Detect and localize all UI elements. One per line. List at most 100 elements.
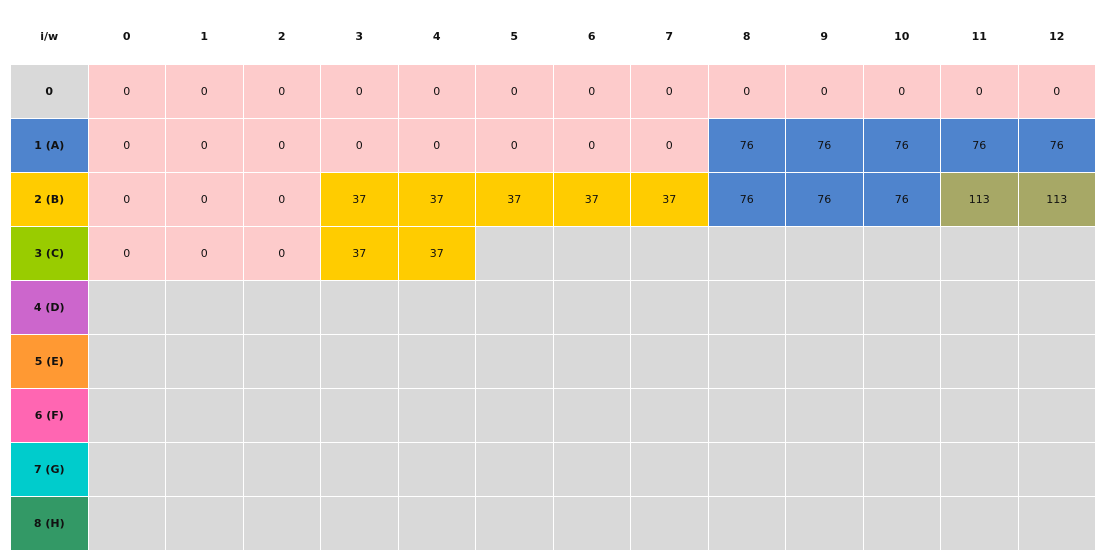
row-header: 1 (A) <box>10 117 89 173</box>
row-header: 3 (C) <box>10 225 89 281</box>
table-cell: 76 <box>862 171 941 227</box>
table-cell <box>940 333 1019 389</box>
table-cell <box>707 279 786 335</box>
table-cell: 113 <box>940 171 1019 227</box>
table-cell <box>785 279 864 335</box>
table-cell <box>707 441 786 497</box>
table-cell <box>552 225 631 281</box>
column-header: 8 <box>708 10 786 64</box>
table-cell <box>552 387 631 443</box>
table-cell <box>940 225 1019 281</box>
table-cell: 0 <box>475 117 554 173</box>
table-cell <box>397 387 476 443</box>
table-cell <box>397 495 476 551</box>
table-cell <box>1017 387 1096 443</box>
row-header: 8 (H) <box>10 495 89 551</box>
table-cell <box>165 333 244 389</box>
row-header: 5 (E) <box>10 333 89 389</box>
table-cell <box>630 495 709 551</box>
table-cell <box>785 441 864 497</box>
table-cell <box>475 333 554 389</box>
column-header: 3 <box>320 10 398 64</box>
table-cell <box>1017 333 1096 389</box>
table-cell <box>475 495 554 551</box>
table-cell: 37 <box>320 171 399 227</box>
table-cell: 37 <box>475 171 554 227</box>
table-cell: 0 <box>552 63 631 119</box>
table-cell <box>940 387 1019 443</box>
table-cell <box>552 495 631 551</box>
table-cell <box>785 225 864 281</box>
table-cell: 0 <box>87 225 166 281</box>
row-header: 2 (B) <box>10 171 89 227</box>
table-cell: 76 <box>785 117 864 173</box>
table-cell: 0 <box>87 63 166 119</box>
table-cell <box>165 387 244 443</box>
table-cell: 0 <box>165 117 244 173</box>
table-cell <box>242 495 321 551</box>
table-cell <box>707 495 786 551</box>
column-header: 10 <box>863 10 941 64</box>
table-cell <box>552 333 631 389</box>
table-cell: 0 <box>630 63 709 119</box>
table-cell <box>475 387 554 443</box>
column-header: 4 <box>398 10 476 64</box>
table-cell <box>785 387 864 443</box>
table-cell: 0 <box>87 117 166 173</box>
table-cell: 0 <box>320 117 399 173</box>
table-cell <box>785 333 864 389</box>
table-cell: 0 <box>785 63 864 119</box>
table-cell: 0 <box>475 63 554 119</box>
table-cell <box>862 225 941 281</box>
table-cell: 0 <box>320 63 399 119</box>
table-cell <box>630 225 709 281</box>
column-header: 11 <box>940 10 1018 64</box>
table-cell <box>320 495 399 551</box>
table-cell <box>320 333 399 389</box>
table-cell: 0 <box>165 63 244 119</box>
table-cell: 0 <box>397 117 476 173</box>
table-cell <box>242 333 321 389</box>
table-cell: 76 <box>785 171 864 227</box>
table-cell <box>630 387 709 443</box>
table-cell <box>87 333 166 389</box>
table-cell <box>940 495 1019 551</box>
table-cell: 76 <box>940 117 1019 173</box>
table-cell <box>87 387 166 443</box>
table-row: 8 (H) <box>10 495 1096 551</box>
table-row: 3 (C) 0 0 0 37 37 <box>10 225 1096 281</box>
table-cell <box>320 387 399 443</box>
table-cell <box>862 279 941 335</box>
table-cell: 0 <box>242 225 321 281</box>
table-cell <box>1017 441 1096 497</box>
table-cell <box>862 441 941 497</box>
table-cell: 0 <box>862 63 941 119</box>
column-header: 2 <box>243 10 321 64</box>
table-cell <box>630 333 709 389</box>
table-cell: 37 <box>397 171 476 227</box>
table-cell <box>707 225 786 281</box>
table-row: 2 (B) 0 0 0 37 37 37 37 37 76 76 76 113 113 <box>10 171 1096 227</box>
table-cell <box>165 441 244 497</box>
table-cell <box>785 495 864 551</box>
table-cell: 0 <box>242 63 321 119</box>
table-cell: 0 <box>242 171 321 227</box>
table-cell <box>552 441 631 497</box>
table-cell: 37 <box>397 225 476 281</box>
dp-table: i/w 0 1 2 3 4 5 6 7 8 9 10 11 12 000000000000001 (A)… <box>10 10 1096 551</box>
table-cell <box>320 279 399 335</box>
table-cell <box>475 441 554 497</box>
table-cell <box>940 279 1019 335</box>
table-cell: 0 <box>87 171 166 227</box>
table-cell: 37 <box>320 225 399 281</box>
table-cell: 0 <box>940 63 1019 119</box>
table-cell <box>87 441 166 497</box>
table-cell <box>862 495 941 551</box>
table-row: 1 (A) 0 0 0 0 0 0 0 0 76 76 76 76 76 <box>10 117 1096 173</box>
table-cell: 0 <box>165 225 244 281</box>
table-cell <box>707 333 786 389</box>
table-cell <box>165 279 244 335</box>
row-header: 0 <box>10 63 89 119</box>
table-cell <box>475 279 554 335</box>
table-cell: 76 <box>707 117 786 173</box>
